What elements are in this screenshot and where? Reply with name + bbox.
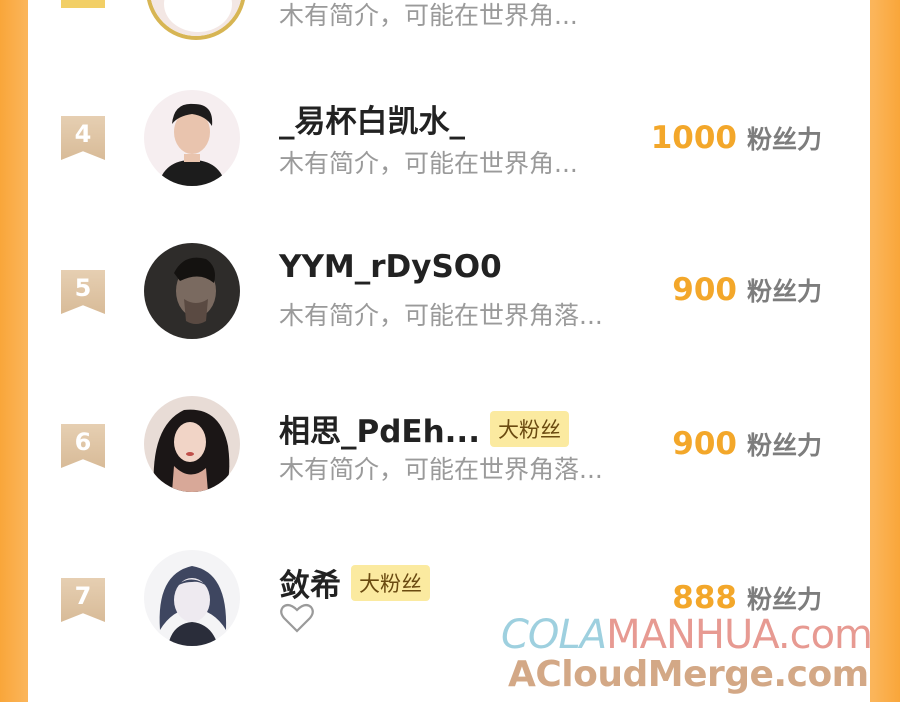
fan-ranking-list: 木有简介，可能在世界角... 4 _易杯白凯水_ 木有简介，可能在世界角... … [28,0,870,702]
watermark-cola: COLA [501,612,607,658]
user-name[interactable]: 敛希 [279,560,341,605]
rank-ribbon-icon: 7 [61,578,105,622]
name-line: 敛希 大粉丝 [279,560,430,605]
avatar-photo [144,90,240,186]
avatar[interactable] [144,90,240,186]
score-unit: 粉丝力 [746,585,822,614]
watermark-line-2: ACloudMerge.com [508,654,869,695]
score-unit: 粉丝力 [746,125,822,154]
big-fan-badge: 大粉丝 [351,564,430,601]
avatar-cat-image [150,0,242,36]
avatar-photo [144,396,240,492]
user-name[interactable]: YYM_rDySO0 [279,249,502,285]
fan-power-score: 888 粉丝力 [672,580,822,616]
user-bio: 木有简介，可能在世界角... [279,149,578,178]
fan-power-score: 900 粉丝力 [672,272,822,308]
fan-power-score: 1000 粉丝力 [651,120,822,156]
rank-ribbon-icon: 4 [61,116,105,160]
list-item-rank-5[interactable]: 5 YYM_rDySO0 木有简介，可能在世界角落... 900 粉丝力 [28,216,870,366]
rank-ribbon-icon: 6 [61,424,105,468]
user-bio: 木有简介，可能在世界角落... [279,301,603,330]
score-value: 900 [672,272,737,308]
list-item-rank-6[interactable]: 6 相思_PdEh... 大粉丝 木有简介，可能在世界角落... 900 粉丝力 [28,370,870,520]
avatar-illustration [144,550,240,646]
user-name[interactable]: 相思_PdEh... [279,406,480,451]
watermark-line-1: COLAMANHUA.com [501,612,873,658]
rank-ribbon-icon [61,0,105,8]
avatar[interactable] [144,243,240,339]
user-name[interactable]: _易杯白凯水_ [279,96,465,141]
user-bio: 木有简介，可能在世界角... [279,1,578,30]
avatar[interactable] [144,550,240,646]
avatar-photo [144,243,240,339]
heart-outline-icon[interactable] [279,602,315,634]
score-value: 888 [672,580,737,616]
rank-ribbon-icon: 5 [61,270,105,314]
name-line: 相思_PdEh... 大粉丝 [279,406,569,451]
name-line: YYM_rDySO0 [279,249,502,285]
big-fan-badge: 大粉丝 [490,410,569,447]
score-unit: 粉丝力 [746,431,822,460]
fan-power-score: 900 粉丝力 [672,426,822,462]
name-line: _易杯白凯水_ [279,96,465,141]
user-bio: 木有简介，可能在世界角落... [279,455,603,484]
avatar[interactable] [146,0,246,40]
watermark-manhua: MANHUA.com [606,612,873,658]
score-value: 1000 [650,120,737,156]
list-item-rank-4[interactable]: 4 _易杯白凯水_ 木有简介，可能在世界角... 1000 粉丝力 [28,62,870,212]
score-value: 900 [672,426,737,462]
score-unit: 粉丝力 [746,277,822,306]
avatar[interactable] [144,396,240,492]
